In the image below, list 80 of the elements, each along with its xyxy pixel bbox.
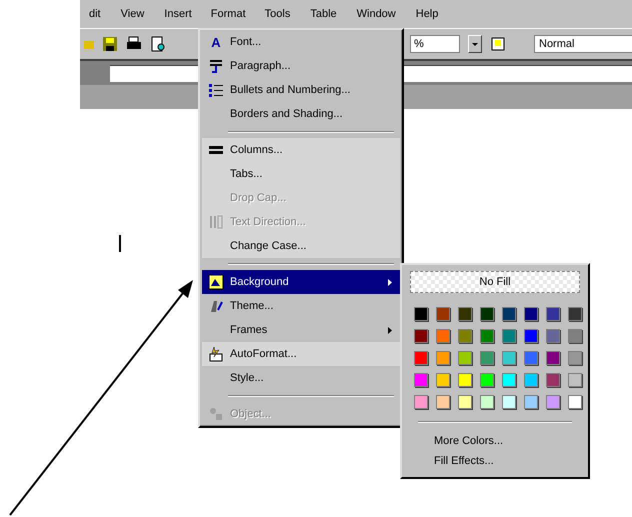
save-icon [102, 36, 118, 52]
zoom-dropdown-button[interactable] [468, 35, 482, 53]
menu-item[interactable]: Style... [202, 366, 400, 390]
picture-frame-icon [208, 274, 224, 290]
menu-item[interactable]: Change Case... [202, 234, 400, 258]
help-icon [490, 36, 506, 52]
menu-title[interactable]: Window [350, 4, 403, 24]
font-icon: A [211, 34, 221, 50]
print-preview-icon [150, 36, 166, 52]
menu-title[interactable]: Table [303, 4, 344, 24]
color-swatch[interactable] [568, 373, 582, 387]
color-swatch[interactable] [480, 351, 494, 365]
color-swatch[interactable] [436, 395, 450, 409]
color-swatch[interactable] [568, 395, 582, 409]
color-swatch[interactable] [524, 351, 538, 365]
menu-item[interactable]: More Colors... [410, 431, 580, 451]
menu-item[interactable]: Bullets and Numbering... [202, 78, 400, 102]
color-swatch[interactable] [480, 307, 494, 321]
color-swatch[interactable] [568, 329, 582, 343]
color-swatch[interactable] [502, 307, 516, 321]
no-fill-button[interactable]: No Fill [410, 271, 580, 293]
color-swatch[interactable] [414, 373, 428, 387]
color-swatch[interactable] [546, 373, 560, 387]
color-swatch[interactable] [458, 373, 472, 387]
caret-icon [472, 42, 478, 46]
menu-item[interactable]: Paragraph... [202, 54, 400, 78]
color-swatch[interactable] [546, 329, 560, 343]
color-swatch[interactable] [414, 329, 428, 343]
menu-item[interactable]: Frames [202, 318, 400, 342]
lightning-document-icon [208, 346, 224, 362]
menu-title[interactable]: Insert [157, 4, 199, 24]
menu-item[interactable]: Columns... [202, 138, 400, 162]
color-swatch[interactable] [458, 395, 472, 409]
menu-item[interactable]: Fill Effects... [410, 451, 580, 471]
menu-title[interactable]: View [114, 4, 152, 24]
menu-item[interactable]: Borders and Shading... [202, 102, 400, 126]
brush-icon [208, 298, 224, 314]
menu-title[interactable]: dit [82, 4, 108, 24]
color-swatch[interactable] [524, 395, 538, 409]
color-swatch[interactable] [414, 351, 428, 365]
object-icon [208, 406, 224, 422]
menu-item[interactable]: Background [202, 270, 400, 294]
style-field[interactable]: Normal [534, 35, 632, 53]
color-swatch[interactable] [502, 373, 516, 387]
color-swatch[interactable] [458, 329, 472, 343]
menu-item[interactable]: A Font... [202, 30, 400, 54]
color-swatch[interactable] [414, 395, 428, 409]
color-swatch[interactable] [502, 329, 516, 343]
color-swatch[interactable] [436, 373, 450, 387]
color-swatch[interactable] [458, 307, 472, 321]
bullets-icon [208, 82, 224, 98]
color-swatch[interactable] [436, 351, 450, 365]
menu-title[interactable]: Format [204, 5, 252, 23]
color-swatch[interactable] [480, 373, 494, 387]
color-swatch[interactable] [458, 351, 472, 365]
color-swatch[interactable] [480, 329, 494, 343]
color-swatch[interactable] [524, 373, 538, 387]
paragraph-icon [208, 58, 224, 74]
color-swatch[interactable] [480, 395, 494, 409]
color-swatch[interactable] [568, 351, 582, 365]
text-cursor [119, 235, 121, 252]
color-swatch[interactable] [414, 307, 428, 321]
color-swatch[interactable] [546, 395, 560, 409]
text-direction-icon [208, 214, 224, 230]
color-swatch[interactable] [502, 395, 516, 409]
color-swatch[interactable] [524, 307, 538, 321]
menu-title[interactable]: Tools [258, 4, 298, 24]
color-swatch[interactable] [524, 329, 538, 343]
menu-title[interactable]: Help [408, 4, 446, 24]
menu-item[interactable]: AutoFormat... [202, 342, 400, 366]
color-swatch[interactable] [436, 329, 450, 343]
color-swatch[interactable] [436, 307, 450, 321]
color-swatch[interactable] [568, 307, 582, 321]
menu-item[interactable]: Tabs... [202, 162, 400, 186]
zoom-field[interactable]: % [410, 35, 460, 53]
color-swatch[interactable] [546, 307, 560, 321]
menu-item[interactable]: Theme... [202, 294, 400, 318]
color-swatch[interactable] [502, 351, 516, 365]
color-swatch[interactable] [546, 351, 560, 365]
print-icon [126, 36, 142, 52]
